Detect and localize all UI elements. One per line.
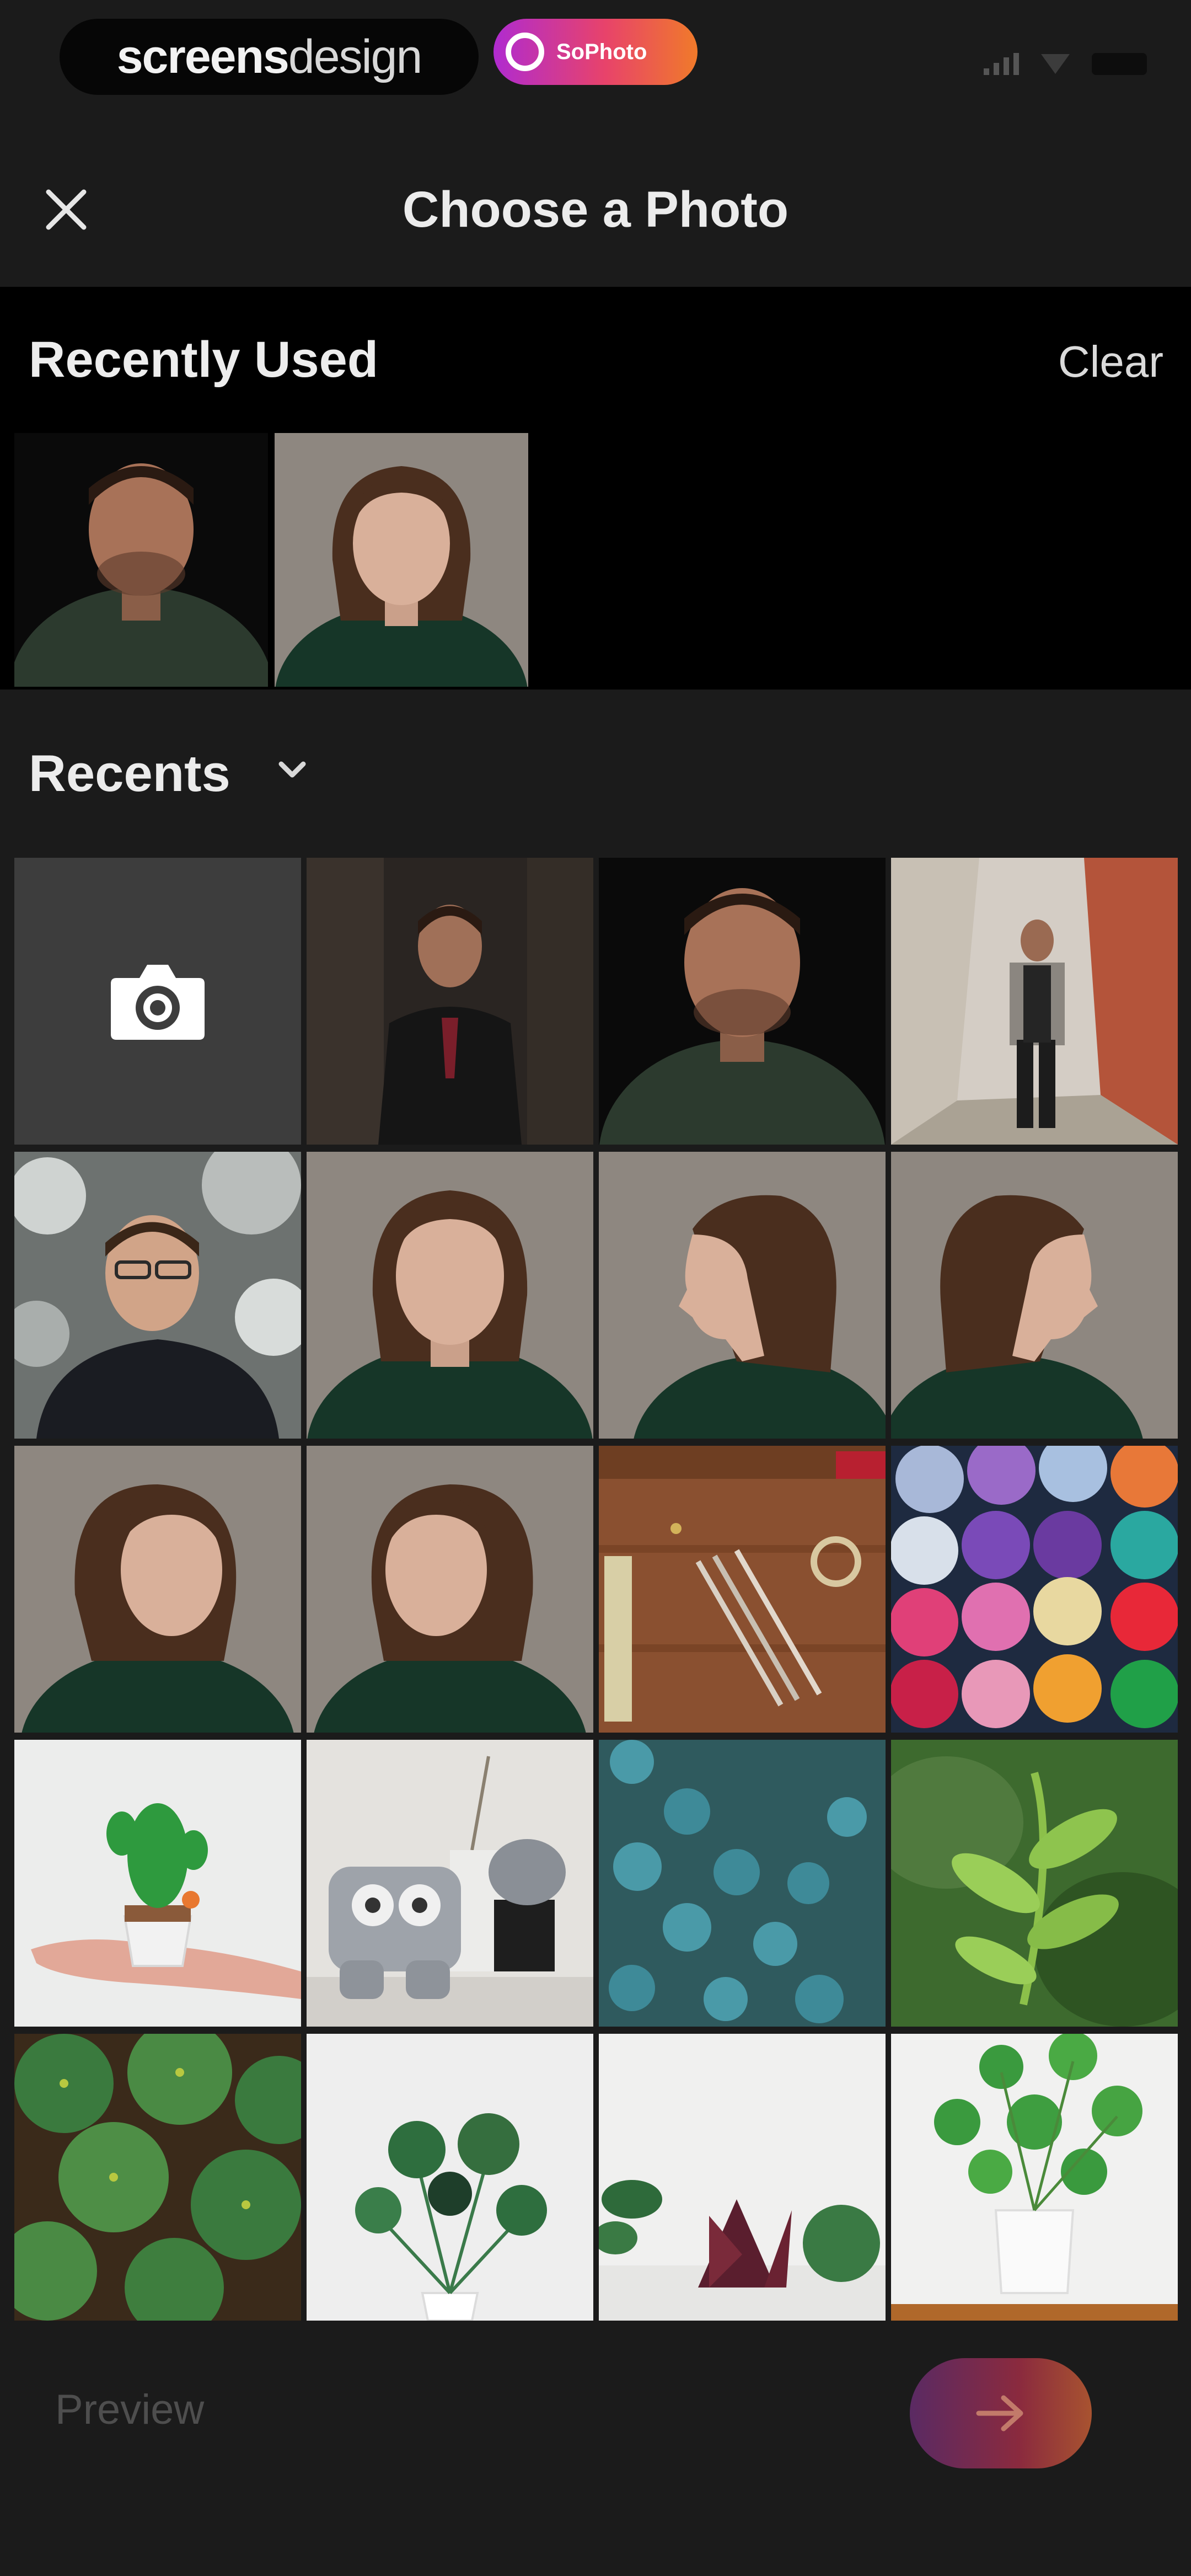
photo-thumbnail[interactable] [307, 1740, 593, 2027]
brand-bold-text: screens [116, 30, 289, 83]
recently-used-title: Recently Used [29, 332, 379, 388]
app-logo-icon [506, 33, 544, 71]
brand-regular-text: design [288, 30, 422, 83]
photo-thumbnail[interactable] [891, 1152, 1178, 1439]
recently-used-section: Recently Used Clear [0, 287, 1191, 690]
photo-thumbnail[interactable] [307, 1446, 593, 1733]
photo-thumbnail[interactable] [891, 2034, 1178, 2321]
album-title: Recents [29, 744, 230, 802]
photo-thumbnail[interactable] [599, 2034, 886, 2321]
status-bar: screens design SoPhoto [0, 0, 1191, 138]
arrow-right-icon [976, 2395, 1023, 2431]
photo-thumbnail[interactable] [891, 858, 1178, 1145]
recent-photo-man[interactable] [14, 433, 268, 687]
photo-thumbnail[interactable] [307, 1152, 593, 1439]
page-title: Choose a Photo [402, 181, 789, 238]
photo-thumbnail[interactable] [891, 1446, 1178, 1733]
photo-thumbnail[interactable] [307, 2034, 593, 2321]
clear-button[interactable]: Clear [1058, 336, 1163, 387]
photo-thumbnail[interactable] [599, 1446, 886, 1733]
wifi-icon [1041, 54, 1070, 74]
app-badge-label: SoPhoto [556, 39, 647, 64]
app-badge: SoPhoto [493, 19, 698, 85]
photo-thumbnail[interactable] [14, 2034, 301, 2321]
photo-thumbnail[interactable] [14, 1740, 301, 2027]
photo-thumbnail[interactable] [14, 1152, 301, 1439]
camera-button[interactable] [14, 858, 301, 1145]
recent-photo-woman[interactable] [275, 433, 528, 687]
signal-icon [984, 53, 1019, 75]
photo-thumbnail[interactable] [599, 858, 886, 1145]
photo-thumbnail[interactable] [891, 1740, 1178, 2027]
system-status-icons [984, 53, 1147, 75]
photo-thumbnail[interactable] [307, 858, 593, 1145]
album-selector[interactable]: Recents [0, 690, 1191, 855]
chevron-down-icon [278, 761, 306, 778]
preview-button[interactable]: Preview [55, 2386, 204, 2434]
header: Choose a Photo [0, 138, 1191, 287]
brand-watermark: screens design [60, 19, 479, 95]
photo-thumbnail[interactable] [599, 1152, 886, 1439]
photo-thumbnail[interactable] [14, 1446, 301, 1733]
next-button[interactable] [910, 2358, 1092, 2468]
camera-icon [111, 965, 205, 1040]
battery-icon [1092, 53, 1147, 75]
bottom-bar: Preview [0, 2331, 1191, 2576]
photo-thumbnail[interactable] [599, 1740, 886, 2027]
photo-grid [14, 858, 1178, 2322]
